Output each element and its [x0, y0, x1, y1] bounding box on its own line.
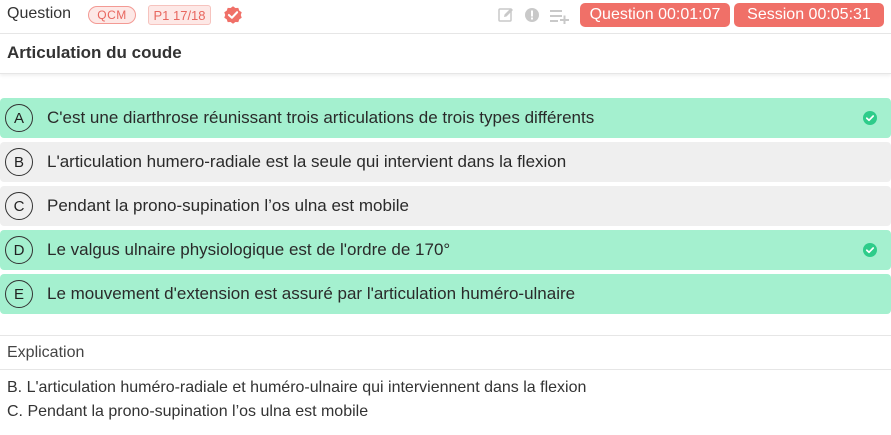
question-header: Question QCM P1 17/18 Question 00:01:07 … — [0, 0, 891, 31]
session-timer: Session 00:05:31 — [734, 3, 884, 27]
question-title: Articulation du coude — [7, 43, 182, 62]
answer-option-c[interactable]: C Pendant la prono-supination l’os ulna … — [0, 186, 891, 226]
check-icon — [863, 111, 877, 125]
answer-letter: A — [5, 104, 33, 132]
answer-letter: B — [5, 148, 33, 176]
header-title: Question — [7, 5, 72, 22]
answer-option-d[interactable]: D Le valgus ulnaire physiologique est de… — [0, 230, 891, 270]
answer-text: Le mouvement d'extension est assuré par … — [47, 284, 576, 303]
question-type-badge: QCM — [88, 6, 136, 24]
answer-text: C'est une diarthrose réunissant trois ar… — [47, 108, 595, 127]
answer-text: Pendant la prono-supination l’os ulna es… — [47, 196, 409, 215]
answer-option-a[interactable]: A C'est une diarthrose réunissant trois … — [0, 98, 891, 138]
answer-letter: C — [5, 192, 33, 220]
edit-icon[interactable] — [497, 6, 515, 24]
explanation-panel: Explication B. L'articulation huméro-rad… — [0, 335, 891, 435]
explanation-line: C. Pendant la prono-supination l’os ulna… — [7, 403, 369, 420]
answer-option-e[interactable]: E Le mouvement d'extension est assuré pa… — [0, 274, 891, 314]
progress-badge: P1 17/18 — [148, 5, 211, 25]
check-icon — [863, 243, 877, 257]
question-timer: Question 00:01:07 — [580, 3, 730, 27]
answer-letter: E — [5, 280, 33, 308]
explanation-line: B. L'articulation huméro-radiale et humé… — [7, 379, 587, 396]
verified-icon — [224, 6, 242, 24]
answer-text: L'articulation humero-radiale est la seu… — [47, 152, 567, 171]
explanation-title: Explication — [7, 344, 85, 361]
answer-text: Le valgus ulnaire physiologique est de l… — [47, 240, 451, 259]
add-to-list-icon[interactable] — [549, 6, 571, 24]
question-title-box: Articulation du coude — [0, 34, 891, 74]
explanation-divider — [0, 369, 891, 370]
answer-option-b[interactable]: B L'articulation humero-radiale est la s… — [0, 142, 891, 182]
info-icon[interactable] — [523, 6, 541, 24]
answer-letter: D — [5, 236, 33, 264]
